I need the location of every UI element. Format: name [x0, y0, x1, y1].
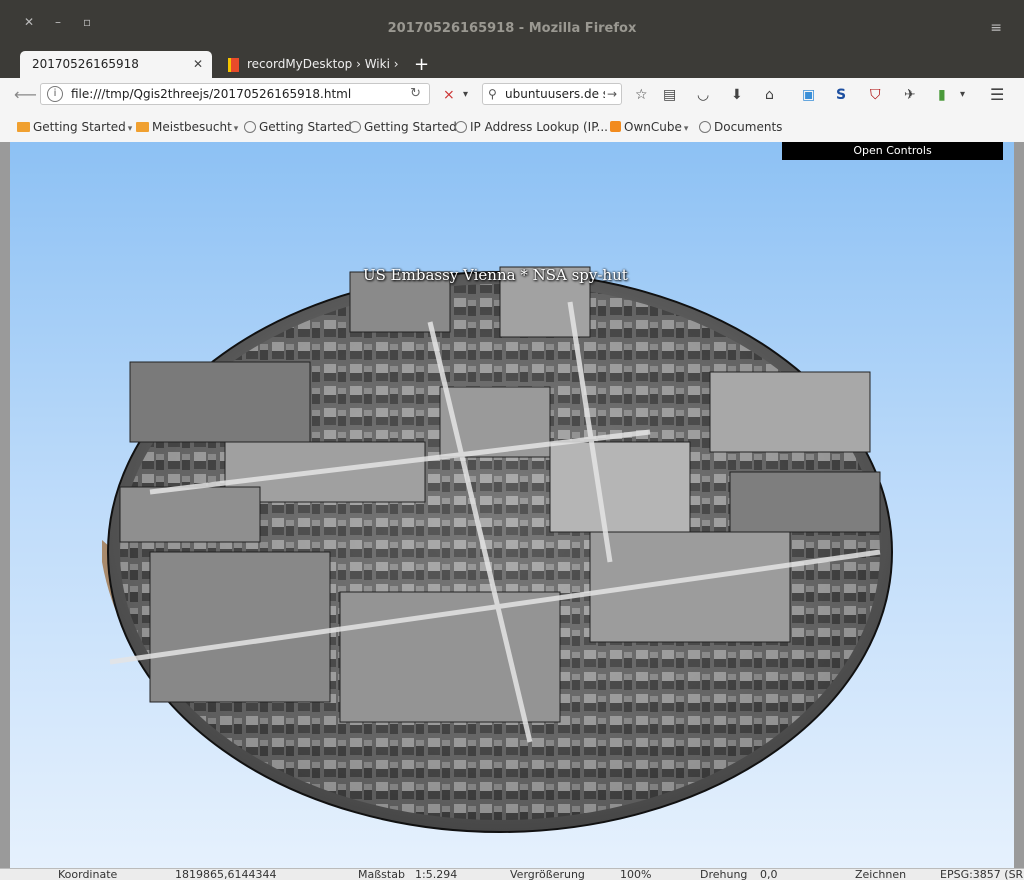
extension-blue-s-icon[interactable]: S [836, 86, 846, 104]
chevron-down-icon: ▾ [683, 124, 689, 134]
scene-label: US Embassy Vienna * NSA spy-hut [363, 266, 628, 284]
globe-icon [244, 121, 256, 133]
chevron-down-icon[interactable]: ▾ [463, 86, 468, 104]
globe-icon [699, 121, 711, 133]
background-map-left [0, 142, 10, 872]
new-tab-icon[interactable]: + [410, 51, 433, 78]
bookmark-label: Getting Started [364, 120, 457, 134]
vergroesserung-label: Vergrößerung [510, 868, 585, 880]
reload-icon[interactable]: ↻ [410, 84, 421, 104]
back-arrow-icon[interactable]: ⟵ [14, 84, 37, 106]
qgis-status-bar: Koordinate 1819865,6144344 Maßstab 1:5.2… [0, 868, 1024, 880]
title-bar: ✕ – ▫ 20170526165918 - Mozilla Firefox ≡ [0, 0, 1024, 44]
bookmark-ip-lookup[interactable]: IP Address Lookup (IP... [455, 120, 608, 134]
bookmark-getting-started-folder[interactable]: Getting Started ▾ [17, 120, 132, 136]
zeichnen-label[interactable]: Zeichnen [855, 869, 906, 880]
search-bar[interactable]: ⚲ → [482, 83, 622, 105]
tab-strip: 20170526165918 ✕ recordMyDesktop › Wiki … [0, 44, 1024, 78]
pocket-icon[interactable]: ◡ [697, 86, 709, 104]
window-menu-icon[interactable]: ≡ [990, 20, 1002, 36]
tab-inactive[interactable]: recordMyDesktop › Wiki › [216, 51, 402, 78]
bookmark-getting-started[interactable]: Getting Started [244, 120, 352, 134]
firefox-window: ✕ – ▫ 20170526165918 - Mozilla Firefox ≡… [0, 0, 1024, 880]
folder-icon [136, 122, 149, 132]
bookmark-label: Getting Started [259, 120, 352, 134]
chevron-down-icon[interactable]: ▾ [960, 86, 965, 104]
folder-icon [17, 122, 30, 132]
extension-plane-icon[interactable]: ✈ [904, 86, 916, 104]
bookmark-owncube[interactable]: OwnCube ▾ [610, 120, 688, 136]
navigation-bar: ⟵ i file:///tmp/Qgis2threejs/20170526165… [0, 78, 1024, 113]
bookmark-label: Meistbesucht [152, 120, 232, 134]
bookmark-label: IP Address Lookup (IP... [470, 120, 608, 134]
ublock-icon[interactable]: ⛉ [870, 86, 881, 104]
hamburger-menu-icon[interactable]: ☰ [990, 86, 1004, 104]
background-map-right [1014, 142, 1024, 872]
bookmark-star-icon[interactable]: ☆ [635, 86, 648, 104]
globe-icon [349, 121, 361, 133]
chevron-down-icon: ▾ [233, 124, 239, 134]
vergroesserung-value[interactable]: 100% [620, 869, 651, 880]
bookmark-label: Documents [714, 120, 783, 134]
open-controls-button[interactable]: Open Controls [782, 142, 1003, 160]
bookmark-label: Getting Started [33, 120, 126, 134]
bookmark-documents[interactable]: Documents [699, 120, 782, 134]
extension-green-icon[interactable]: ▮ [938, 86, 946, 104]
search-icon: ⚲ [488, 87, 497, 101]
crs-label[interactable]: EPSG:3857 (SR [940, 869, 1023, 880]
massstab-label: Maßstab [358, 868, 405, 880]
globe-icon [455, 121, 467, 133]
webgl-viewport[interactable]: US Embassy Vienna * NSA spy-hut Open Con… [10, 142, 1014, 872]
bookmark-getting-started[interactable]: Getting Started [349, 120, 457, 134]
tab-active[interactable]: 20170526165918 ✕ [20, 51, 212, 78]
bookmark-label: OwnCube [624, 120, 682, 134]
url-bar[interactable]: i file:///tmp/Qgis2threejs/2017052616591… [40, 83, 430, 105]
drehung-value[interactable]: 0,0 [760, 869, 778, 880]
info-icon[interactable]: i [47, 86, 63, 102]
koordinate-value[interactable]: 1819865,6144344 [175, 869, 276, 880]
bookmarks-toolbar: Getting Started ▾ Meistbesucht ▾ Getting S… [0, 112, 1024, 143]
url-text[interactable]: file:///tmp/Qgis2threejs/20170526165918.… [71, 84, 351, 104]
tab-label: 20170526165918 [32, 57, 139, 71]
chevron-down-icon: ▾ [127, 124, 133, 134]
massstab-value[interactable]: 1:5.294 [415, 869, 457, 880]
home-icon[interactable]: ⌂ [765, 86, 774, 104]
window-title: 20170526165918 - Mozilla Firefox [387, 21, 637, 36]
search-input[interactable] [505, 85, 605, 103]
tracking-block-icon[interactable]: ⨯ [443, 86, 455, 104]
search-go-icon[interactable]: → [607, 84, 617, 104]
drehung-label: Drehung [700, 868, 748, 880]
extension-s-icon[interactable]: ▣ [802, 86, 815, 104]
download-icon[interactable]: ⬇ [731, 86, 743, 104]
rss-icon [610, 121, 621, 132]
bookmark-meistbesucht-folder[interactable]: Meistbesucht ▾ [136, 120, 238, 136]
terrain-3d-scene[interactable] [10, 142, 1014, 872]
koordinate-label: Koordinate [58, 868, 118, 880]
tab-label: recordMyDesktop › Wiki › [247, 57, 399, 71]
favicon-icon [228, 57, 239, 72]
library-icon[interactable]: ▤ [663, 86, 676, 104]
tab-close-icon[interactable]: ✕ [193, 51, 203, 78]
